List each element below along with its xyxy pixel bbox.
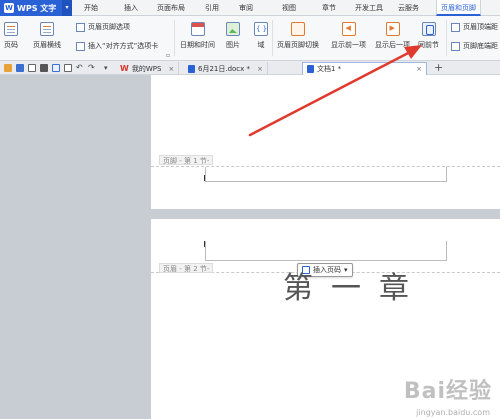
menu-developer[interactable]: 开发工具 (355, 0, 383, 16)
wps-app-button[interactable]: W WPS 文字 ▾ (0, 0, 72, 16)
menu-view[interactable]: 视图 (282, 0, 296, 16)
header-section-label: 页眉 - 第 2 节- (159, 263, 214, 273)
header-line-label: 页眉横线 (33, 41, 61, 49)
close-icon[interactable]: × (416, 65, 422, 73)
text-cursor (204, 241, 205, 247)
ribbon-separator (446, 20, 447, 56)
page-number-icon (4, 22, 18, 36)
menu-bar: W WPS 文字 ▾ 开始 插入 页面布局 引用 审阅 视图 章节 开发工具 云… (0, 0, 500, 16)
page-number-button[interactable]: 页码 (4, 22, 18, 50)
calendar-icon (190, 22, 205, 36)
chapter-heading: 第一章 (283, 271, 427, 306)
header-edit-area[interactable] (205, 241, 447, 261)
tab-document1[interactable]: 文档1 * × (302, 62, 427, 75)
close-icon[interactable]: × (257, 65, 263, 73)
ribbon-separator (272, 20, 273, 56)
ribbon-toolbar: 页码 页眉横线 页眉页脚选项 插入“对齐方式”选项卡 ▫ 日期和时间 图片 域 … (0, 16, 500, 61)
show-previous-button[interactable]: 显示前一项 (331, 22, 366, 50)
app-menu-dropdown-icon[interactable]: ▾ (62, 0, 72, 16)
footer-distance-icon (451, 41, 460, 51)
insert-align-tab-button[interactable]: 插入“对齐方式”选项卡 (76, 41, 158, 51)
show-next-button[interactable]: 显示后一项 (375, 22, 410, 50)
wps-logo-icon: W (4, 3, 14, 13)
menu-home[interactable]: 开始 (84, 0, 98, 16)
menu-header-footer[interactable]: 页眉和页脚 (436, 0, 481, 16)
switch-header-footer-button[interactable]: 页眉页脚切换 (277, 22, 319, 50)
picture-label: 图片 (226, 41, 240, 49)
header-distance-icon (451, 22, 460, 32)
header-top-distance-control[interactable]: 页眉顶端距 (451, 22, 500, 32)
watermark-text: Bai经验 (403, 379, 492, 404)
switch-icon (291, 22, 305, 36)
same-as-previous-button[interactable]: 同前节 (418, 22, 439, 50)
wps-w-icon: W (120, 64, 129, 73)
menu-references[interactable]: 引用 (205, 0, 219, 16)
footer-bottom-distance-control[interactable]: 页脚底端距 (451, 41, 500, 51)
field-label: 域 (257, 41, 265, 49)
header-line-button[interactable]: 页眉横线 (33, 22, 61, 50)
header-footer-options-button[interactable]: 页眉页脚选项 (76, 22, 130, 32)
document-page[interactable]: 页眉 - 第 2 节- 插入页码 ▾ 第一章 Bai经验 jingyan.bai… (151, 219, 500, 419)
document-tab-bar: ↶ ↷ ▾ W 我的WPS × 6月21日.docx * × 文档1 * × + (0, 61, 500, 75)
tab-label: 文档1 * (317, 65, 342, 73)
tab-label: 6月21日.docx * (198, 64, 251, 73)
footer-section-label: 页脚 - 第 1 节- (159, 155, 214, 165)
show-next-label: 显示后一项 (375, 41, 410, 49)
next-icon (385, 22, 400, 36)
switch-header-footer-label: 页眉页脚切换 (277, 41, 319, 49)
same-as-previous-label: 同前节 (418, 41, 439, 49)
doc-icon (307, 65, 314, 73)
ribbon-separator (174, 20, 175, 56)
header-line-icon (40, 22, 54, 36)
menu-cloud[interactable]: 云服务 (398, 0, 419, 16)
tab-my-wps[interactable]: W 我的WPS × (116, 62, 180, 75)
previous-icon (341, 22, 356, 36)
menu-insert[interactable]: 插入 (124, 0, 138, 16)
tab-label: 我的WPS (131, 64, 162, 73)
header-top-distance-label: 页眉顶端距 (463, 23, 498, 31)
save-icon[interactable] (16, 64, 24, 72)
doc-icon (188, 64, 195, 73)
open-folder-icon[interactable] (4, 64, 12, 72)
quick-access-dropdown-icon[interactable]: ▾ (104, 64, 112, 72)
spellcheck-icon[interactable] (64, 64, 72, 72)
show-previous-label: 显示前一项 (331, 41, 366, 49)
link-to-previous-icon (421, 22, 436, 36)
text-cursor (204, 175, 205, 181)
redo-icon[interactable]: ↷ (88, 64, 96, 72)
group-launcher-icon[interactable]: ▫ (166, 52, 170, 59)
document-page[interactable]: 页脚 - 第 1 节- (151, 75, 500, 209)
export-pdf-icon[interactable] (52, 64, 60, 72)
watermark-subtext: jingyan.baidu.com (416, 408, 490, 417)
menu-page-layout[interactable]: 页面布局 (157, 0, 185, 16)
app-brand: WPS 文字 (17, 3, 57, 13)
undo-icon[interactable]: ↶ (76, 64, 84, 72)
align-tab-icon (76, 41, 85, 51)
date-time-button[interactable]: 日期和时间 (180, 22, 215, 50)
footer-bottom-distance-label: 页脚底端距 (463, 42, 498, 50)
footer-edit-area[interactable] (205, 167, 447, 182)
print-preview-icon[interactable] (28, 64, 36, 72)
tab-document-june21[interactable]: 6月21日.docx * × (184, 62, 268, 75)
menu-section[interactable]: 章节 (322, 0, 336, 16)
menu-review[interactable]: 审阅 (239, 0, 253, 16)
new-tab-icon[interactable]: + (434, 61, 443, 74)
header-footer-options-label: 页眉页脚选项 (88, 23, 130, 31)
insert-align-tab-label: 插入“对齐方式”选项卡 (88, 42, 159, 50)
page-number-label: 页码 (4, 41, 18, 49)
field-icon (254, 22, 268, 36)
field-button[interactable]: 域 (254, 22, 268, 50)
close-icon[interactable]: × (168, 65, 174, 73)
date-time-label: 日期和时间 (180, 41, 215, 49)
picture-icon (226, 22, 240, 36)
options-icon (76, 22, 85, 32)
print-icon[interactable] (40, 64, 48, 72)
picture-button[interactable]: 图片 (226, 22, 240, 50)
baidu-watermark: Bai经验 (404, 373, 492, 405)
